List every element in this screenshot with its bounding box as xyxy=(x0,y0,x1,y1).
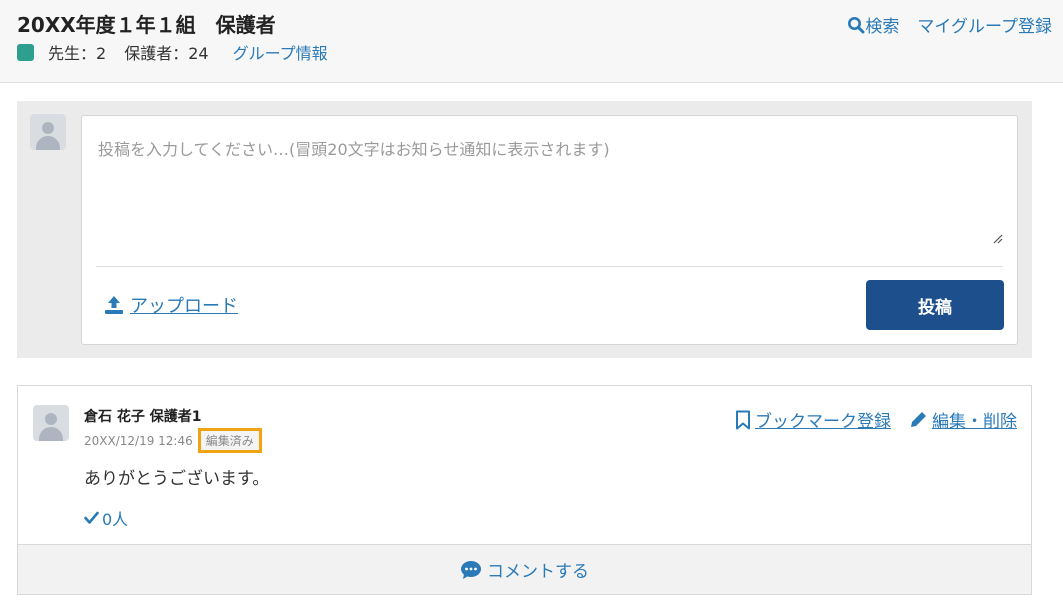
edit-delete-button[interactable]: 編集・削除 xyxy=(909,407,1017,432)
like-button[interactable]: 0人 xyxy=(84,506,128,530)
divider xyxy=(96,266,1003,267)
upload-link[interactable]: アップロード xyxy=(104,292,238,318)
search-icon xyxy=(848,16,865,33)
resize-grip-icon[interactable] xyxy=(993,234,1003,244)
post-timestamp: 20XX/12/19 12:46 xyxy=(84,433,193,448)
avatar xyxy=(33,405,69,441)
like-count: 0人 xyxy=(102,510,129,529)
group-color-swatch xyxy=(17,43,34,61)
post-meta: 20XX/12/19 12:46 編集済み xyxy=(84,428,262,453)
edit-delete-label: 編集・削除 xyxy=(932,412,1017,432)
check-icon xyxy=(84,511,99,524)
teacher-count: 先生：2 xyxy=(48,44,107,63)
post-card: 倉石 花子 保護者1 20XX/12/19 12:46 編集済み ブックマーク登… xyxy=(17,385,1032,595)
page-header: 20XX年度１年１組 保護者 先生：2 保護者：24 グループ情報 検索 マイグ… xyxy=(0,0,1063,83)
post-author: 倉石 花子 保護者1 xyxy=(84,409,202,425)
upload-icon xyxy=(105,296,123,314)
search-button[interactable]: 検索 xyxy=(847,12,899,37)
guardian-count: 保護者：24 xyxy=(124,44,209,63)
bookmark-label: ブックマーク登録 xyxy=(755,412,891,432)
upload-label: アップロード xyxy=(130,296,238,317)
post-input[interactable]: 投稿を入力してください…(冒頭20文字はお知らせ通知に表示されます) xyxy=(98,136,610,160)
comment-button[interactable]: コメントする xyxy=(18,544,1031,594)
my-group-register-link[interactable]: マイグループ登録 xyxy=(917,12,1052,37)
comment-icon xyxy=(461,560,481,579)
avatar xyxy=(30,114,66,150)
comment-label: コメントする xyxy=(487,562,589,582)
edited-badge: 編集済み xyxy=(197,428,262,453)
post-body: ありがとうございます。 xyxy=(84,469,270,489)
group-info-link[interactable]: グループ情報 xyxy=(233,40,328,64)
post-actions: ブックマーク登録 編集・削除 xyxy=(735,407,1017,432)
pencil-icon xyxy=(911,412,926,427)
bookmark-button[interactable]: ブックマーク登録 xyxy=(735,407,891,432)
search-label: 検索 xyxy=(865,17,900,37)
bookmark-icon xyxy=(736,410,750,429)
group-meta: 先生：2 保護者：24 グループ情報 xyxy=(17,40,328,64)
page-title: 20XX年度１年１組 保護者 xyxy=(17,13,276,37)
compose-area: 投稿を入力してください…(冒頭20文字はお知らせ通知に表示されます) アップロー… xyxy=(17,101,1032,358)
compose-card: 投稿を入力してください…(冒頭20文字はお知らせ通知に表示されます) アップロー… xyxy=(81,115,1018,345)
post-button[interactable]: 投稿 xyxy=(866,280,1004,330)
header-actions: 検索 マイグループ登録 xyxy=(847,12,1052,37)
